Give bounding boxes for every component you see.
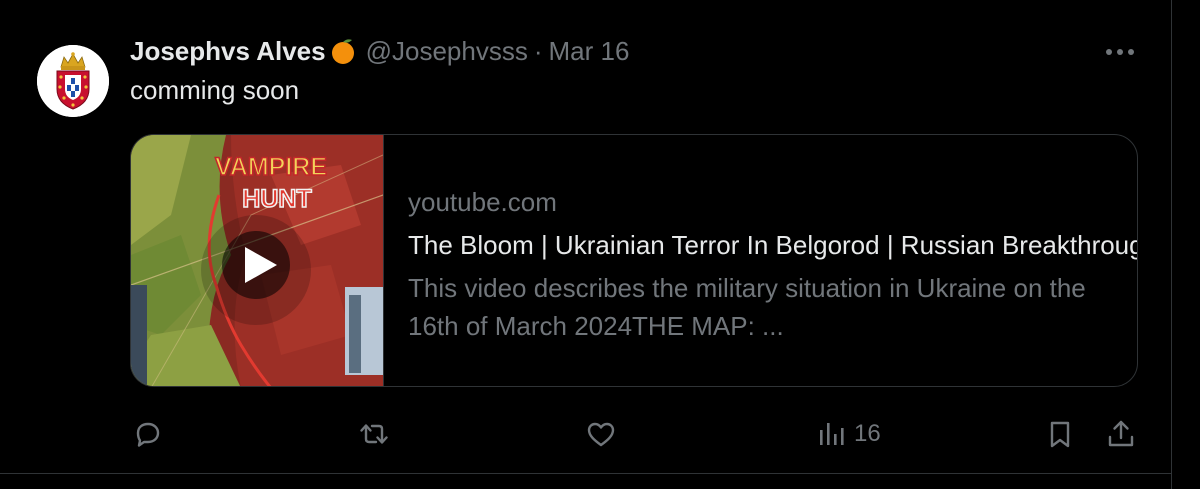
tweet-date[interactable]: Mar 16: [549, 36, 630, 67]
retweet-button[interactable]: [358, 410, 390, 458]
avatar[interactable]: [37, 45, 109, 117]
share-icon: [1108, 420, 1134, 447]
retweet-icon: [360, 424, 388, 444]
bookmark-icon: [1050, 421, 1070, 448]
share-button[interactable]: [1105, 410, 1137, 458]
video-thumbnail[interactable]: VAMPIRE HUNT: [131, 135, 384, 386]
user-handle[interactable]: @Josephvsss: [366, 36, 528, 67]
like-button[interactable]: [585, 410, 617, 458]
thumbnail-title-line2: HUNT: [242, 185, 311, 213]
reply-icon: [136, 422, 160, 447]
card-description: This video describes the military situat…: [408, 273, 1086, 341]
tweet-actions: 16: [0, 410, 1171, 458]
link-card[interactable]: VAMPIRE HUNT youtube.com The Bloom | Ukr…: [130, 134, 1138, 387]
tweet-header: Josephvs Alves @Josephvsss · Mar 16: [130, 34, 629, 68]
reply-button[interactable]: [132, 410, 164, 458]
play-icon[interactable]: [222, 231, 290, 299]
coat-of-arms-icon: [37, 45, 109, 117]
tweet-text: comming soon: [130, 75, 300, 105]
views-count: 16: [854, 420, 881, 447]
more-horizontal-icon[interactable]: [1100, 40, 1140, 64]
views-button[interactable]: 16: [816, 410, 881, 458]
tweet-bottom-divider: [0, 473, 1171, 474]
separator-dot: ·: [533, 35, 543, 66]
card-domain: youtube.com: [408, 187, 557, 217]
card-body[interactable]: youtube.com The Bloom | Ukrainian Terror…: [384, 135, 1137, 386]
views-chart-icon: [820, 423, 844, 445]
orange-emoji-icon: [328, 36, 358, 66]
thumbnail-title-line1: VAMPIRE: [215, 153, 327, 181]
column-divider: [1171, 0, 1172, 489]
card-title: The Bloom | Ukrainian Terror In Belgorod…: [408, 230, 1137, 260]
heart-icon: [587, 422, 615, 447]
display-name[interactable]: Josephvs Alves: [130, 36, 326, 67]
bookmark-button[interactable]: [1044, 410, 1076, 458]
